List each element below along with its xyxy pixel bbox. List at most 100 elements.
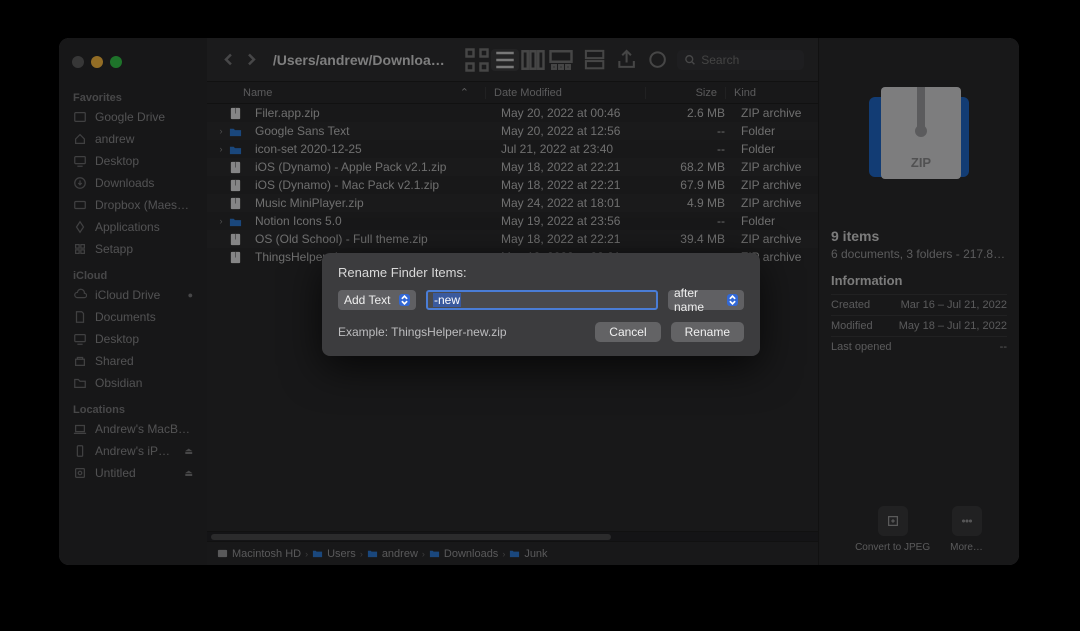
sidebar-item[interactable]: Google Drive [59, 106, 207, 128]
sidebar-item-label: Downloads [95, 176, 154, 190]
file-date: May 18, 2022 at 22:21 [493, 178, 653, 192]
close-window-button[interactable] [72, 56, 84, 68]
zip-preview-icon: ZIP [849, 79, 989, 199]
view-list-button[interactable] [491, 49, 519, 71]
rename-mode-dropdown[interactable]: Add Text [338, 290, 416, 310]
sidebar-item[interactable]: Applications [59, 216, 207, 238]
file-name: Notion Icons 5.0 [247, 214, 493, 228]
file-name: Music MiniPlayer.zip [247, 196, 493, 210]
selection-title: 9 items [831, 228, 1007, 244]
table-row[interactable]: › Google Sans Text May 20, 2022 at 12:56… [207, 122, 818, 140]
minimize-window-button[interactable] [91, 56, 103, 68]
quick-action[interactable]: Convert to JPEG [855, 506, 930, 553]
sidebar-item[interactable]: Untitled⏏ [59, 462, 207, 484]
table-row[interactable]: Music MiniPlayer.zip May 24, 2022 at 18:… [207, 194, 818, 212]
file-kind: Folder [733, 124, 818, 138]
pathbar-item[interactable]: andrew [367, 548, 418, 560]
disclosure-icon[interactable]: › [215, 126, 227, 136]
sidebar-item[interactable]: iCloud Drive ● [59, 284, 207, 306]
sidebar-item-label: Untitled [95, 466, 136, 480]
sidebar-item[interactable]: Downloads [59, 172, 207, 194]
info-row: ModifiedMay 18 – Jul 21, 2022 [831, 315, 1007, 336]
column-kind[interactable]: Kind [725, 87, 818, 99]
zip-icon [227, 197, 243, 210]
info-value: Mar 16 – Jul 21, 2022 [901, 299, 1007, 311]
sidebar-item-label: iCloud Drive [95, 288, 160, 302]
file-size: -- [653, 214, 733, 228]
table-row[interactable]: Filer.app.zip May 20, 2022 at 00:46 2.6 … [207, 104, 818, 122]
desktop-icon [73, 154, 87, 168]
quick-action[interactable]: More… [950, 506, 983, 553]
info-row: CreatedMar 16 – Jul 21, 2022 [831, 294, 1007, 315]
table-row[interactable]: iOS (Dynamo) - Mac Pack v2.1.zip May 18,… [207, 176, 818, 194]
search-icon [685, 54, 695, 66]
sidebar: FavoritesGoogle DriveandrewDesktopDownlo… [59, 38, 207, 565]
setapp-icon [73, 242, 87, 256]
table-row[interactable]: › Notion Icons 5.0 May 19, 2022 at 23:56… [207, 212, 818, 230]
pathbar-item[interactable]: Downloads [429, 548, 498, 560]
info-row: Last opened-- [831, 336, 1007, 357]
view-gallery-button[interactable] [547, 49, 575, 71]
file-date: Jul 21, 2022 at 23:40 [493, 142, 653, 156]
sidebar-item[interactable]: Documents [59, 306, 207, 328]
scrollbar-thumb[interactable] [211, 534, 611, 540]
share-button[interactable] [615, 49, 638, 71]
sidebar-item[interactable]: andrew [59, 128, 207, 150]
path-bar: Macintosh HD›Users›andrew›Downloads›Junk [207, 541, 818, 565]
sidebar-item[interactable]: Setapp [59, 238, 207, 260]
rename-position-dropdown[interactable]: after name [668, 290, 744, 310]
sidebar-item[interactable]: Andrew's iP…⏏ [59, 440, 207, 462]
sidebar-item[interactable]: Desktop [59, 150, 207, 172]
file-size: -- [653, 142, 733, 156]
sidebar-item[interactable]: Andrew's MacB… [59, 418, 207, 440]
search-field[interactable] [677, 50, 804, 70]
file-name: OS (Old School) - Full theme.zip [247, 232, 493, 246]
sidebar-item-label: Setapp [95, 242, 133, 256]
group-button[interactable] [583, 49, 606, 71]
doc-icon [73, 310, 87, 324]
sidebar-item-label: Desktop [95, 154, 139, 168]
rename-button[interactable]: Rename [671, 322, 744, 342]
table-row[interactable]: OS (Old School) - Full theme.zip May 18,… [207, 230, 818, 248]
view-columns-button[interactable] [519, 49, 547, 71]
column-date[interactable]: Date Modified [485, 87, 645, 99]
column-size[interactable]: Size [645, 87, 725, 99]
sidebar-item-label: Obsidian [95, 376, 142, 390]
rename-text-field[interactable]: -new [426, 290, 658, 310]
forward-button[interactable] [244, 51, 259, 69]
back-button[interactable] [221, 51, 236, 69]
file-kind: ZIP archive [733, 178, 818, 192]
search-input[interactable] [701, 53, 796, 67]
info-value: May 18 – Jul 21, 2022 [899, 320, 1007, 332]
file-kind: ZIP archive [733, 160, 818, 174]
preview-image: ZIP [831, 58, 1007, 228]
sidebar-badge: ● [188, 290, 193, 300]
pathbar-item[interactable]: Macintosh HD [217, 548, 301, 560]
file-name: iOS (Dynamo) - Apple Pack v2.1.zip [247, 160, 493, 174]
sidebar-item[interactable]: Shared [59, 350, 207, 372]
shared-icon [73, 354, 87, 368]
rename-example: Example: ThingsHelper-new.zip [338, 325, 507, 339]
dropdown-arrows-icon [727, 294, 738, 306]
sidebar-item[interactable]: Dropbox (Maes… [59, 194, 207, 216]
sidebar-item[interactable]: Desktop [59, 328, 207, 350]
view-icons-button[interactable] [463, 49, 491, 71]
tags-button[interactable] [646, 49, 669, 71]
sidebar-item[interactable]: Obsidian [59, 372, 207, 394]
desktop-icon [73, 332, 87, 346]
sidebar-heading: Locations [59, 400, 207, 418]
convert-icon [878, 506, 908, 536]
table-row[interactable]: iOS (Dynamo) - Apple Pack v2.1.zip May 1… [207, 158, 818, 176]
column-name[interactable]: Name⌃ [235, 86, 485, 99]
table-row[interactable]: › icon-set 2020-12-25 Jul 21, 2022 at 23… [207, 140, 818, 158]
sidebar-badge: ⏏ [184, 446, 193, 457]
disclosure-icon[interactable]: › [215, 216, 227, 226]
pathbar-item[interactable]: Users [312, 548, 356, 560]
cancel-button[interactable]: Cancel [595, 322, 660, 342]
disclosure-icon[interactable]: › [215, 144, 227, 154]
sidebar-item-label: Applications [95, 220, 160, 234]
maximize-window-button[interactable] [110, 56, 122, 68]
horizontal-scrollbar[interactable] [207, 531, 818, 541]
file-size: 4.9 MB [653, 196, 733, 210]
pathbar-item[interactable]: Junk [509, 548, 547, 560]
